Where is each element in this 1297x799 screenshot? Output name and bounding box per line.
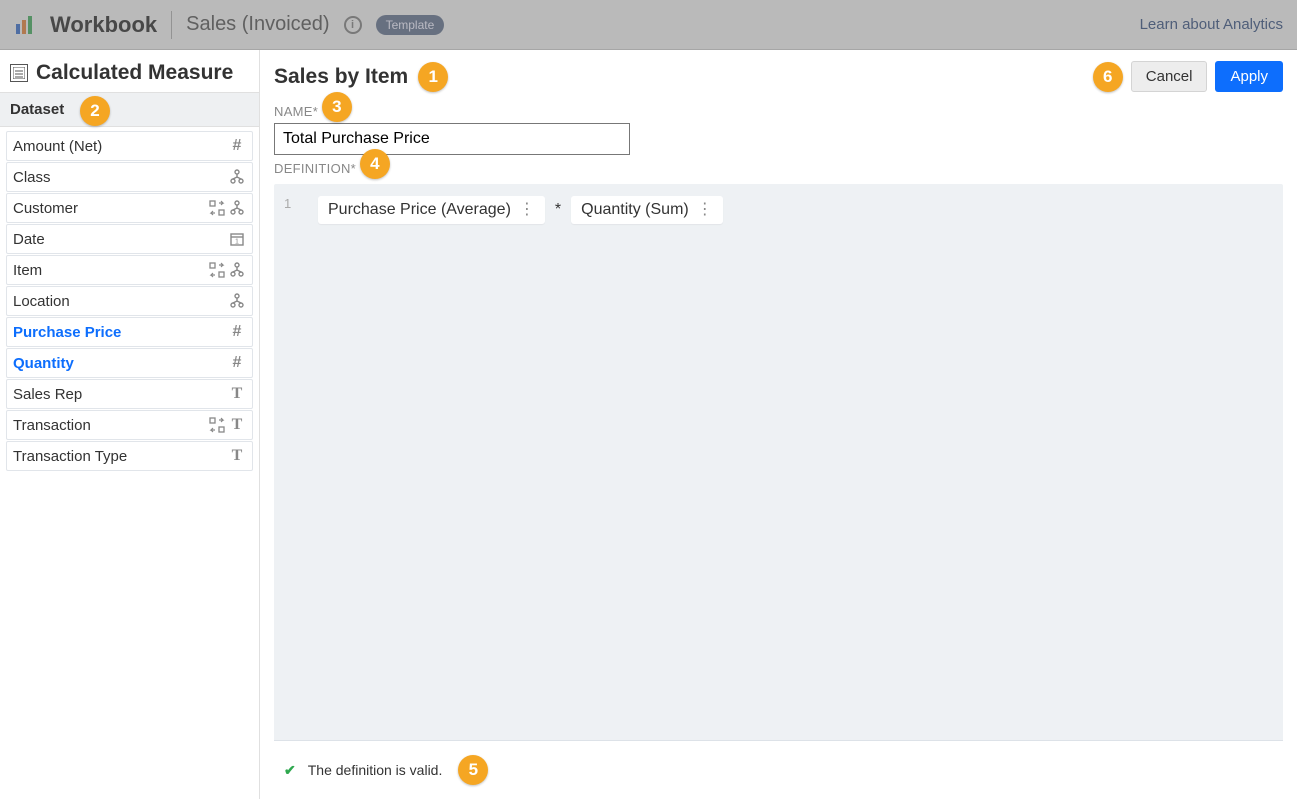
swap-icon (208, 416, 226, 434)
apply-button[interactable]: Apply (1215, 61, 1283, 92)
token-label: Purchase Price (Average) (328, 201, 511, 219)
definition-field-label: DEFINITION* 4 (260, 155, 1297, 180)
check-icon: ✔ (284, 762, 296, 779)
field-item[interactable]: Amount (Net)# (6, 131, 253, 161)
workbook-name: Sales (Invoiced) (186, 13, 329, 36)
app-label: Workbook (50, 12, 157, 38)
callout-2: 2 (80, 96, 110, 126)
measure-name-input[interactable] (274, 123, 630, 155)
field-item[interactable]: Location (6, 286, 253, 316)
validation-footer: ✔ The definition is valid. 5 (274, 740, 1283, 799)
field-name: Customer (13, 200, 208, 217)
field-name: Transaction Type (13, 448, 228, 465)
expression-token[interactable]: Purchase Price (Average) ⋮ (318, 196, 545, 224)
left-pane: Calculated Measure Dataset 2 Amount (Net… (0, 50, 260, 799)
calc-measure-label: Calculated Measure (36, 61, 233, 85)
callout-1: 1 (418, 62, 448, 92)
workbook-header: Workbook Sales (Invoiced) i Template Lea… (0, 0, 1297, 50)
learn-analytics-link[interactable]: Learn about Analytics (1140, 16, 1283, 33)
expression-line: Purchase Price (Average) ⋮ * Quantity (Sum)… (274, 184, 1283, 236)
operator: * (555, 201, 561, 219)
token-menu-icon[interactable]: ⋮ (519, 205, 535, 215)
dataset-label: Dataset (10, 101, 64, 118)
number-icon: # (228, 354, 246, 372)
field-name: Amount (Net) (13, 138, 228, 155)
panel-title: Sales by Item (274, 65, 408, 89)
text-icon: T (228, 447, 246, 465)
field-name: Item (13, 262, 208, 279)
callout-4: 4 (360, 149, 390, 179)
expression-token[interactable]: Quantity (Sum) ⋮ (571, 196, 723, 224)
field-name: Transaction (13, 417, 208, 434)
field-item[interactable]: Sales RepT (6, 379, 253, 409)
name-field-label: NAME* 3 (260, 98, 1297, 123)
divider (171, 11, 172, 39)
field-list: Amount (Net)#ClassCustomerDate1ItemLocat… (0, 127, 259, 476)
definition-editor[interactable]: 1 Purchase Price (Average) ⋮ * Quantity (Su… (274, 184, 1283, 799)
token-label: Quantity (Sum) (581, 201, 689, 219)
field-name: Purchase Price (13, 324, 228, 341)
hierarchy-icon (228, 168, 246, 186)
calculator-icon (10, 64, 28, 82)
field-item[interactable]: Quantity# (6, 348, 253, 378)
right-pane: Sales by Item 1 6 Cancel Apply NAME* 3 D… (260, 50, 1297, 799)
field-item[interactable]: Customer (6, 193, 253, 223)
callout-5: 5 (458, 755, 488, 785)
number-icon: # (228, 137, 246, 155)
swap-icon (208, 199, 226, 217)
calendar-icon: 1 (228, 230, 246, 248)
callout-6: 6 (1093, 62, 1123, 92)
cancel-button[interactable]: Cancel (1131, 61, 1208, 92)
number-icon: # (228, 323, 246, 341)
field-item[interactable]: Purchase Price# (6, 317, 253, 347)
svg-text:1: 1 (235, 239, 239, 246)
field-name: Class (13, 169, 228, 186)
field-item[interactable]: Class (6, 162, 253, 192)
field-item[interactable]: Transaction T (6, 410, 253, 440)
field-name: Sales Rep (13, 386, 228, 403)
hierarchy-icon (228, 199, 246, 217)
field-item[interactable]: Item (6, 255, 253, 285)
swap-icon (208, 261, 226, 279)
token-menu-icon[interactable]: ⋮ (697, 205, 713, 215)
field-name: Quantity (13, 355, 228, 372)
callout-3: 3 (322, 92, 352, 122)
dataset-section-header: Dataset 2 (0, 92, 259, 127)
workbook-logo-icon (14, 14, 36, 36)
field-item[interactable]: Date 1 (6, 224, 253, 254)
line-number: 1 (284, 196, 291, 211)
field-item[interactable]: Transaction TypeT (6, 441, 253, 471)
text-icon: T (228, 385, 246, 403)
field-name: Location (13, 293, 228, 310)
template-badge: Template (376, 15, 445, 35)
calc-measure-title: Calculated Measure (0, 50, 259, 92)
hierarchy-icon (228, 261, 246, 279)
validation-message: The definition is valid. (308, 762, 443, 778)
info-icon[interactable]: i (344, 16, 362, 34)
field-name: Date (13, 231, 228, 248)
hierarchy-icon (228, 292, 246, 310)
text-icon: T (228, 416, 246, 434)
